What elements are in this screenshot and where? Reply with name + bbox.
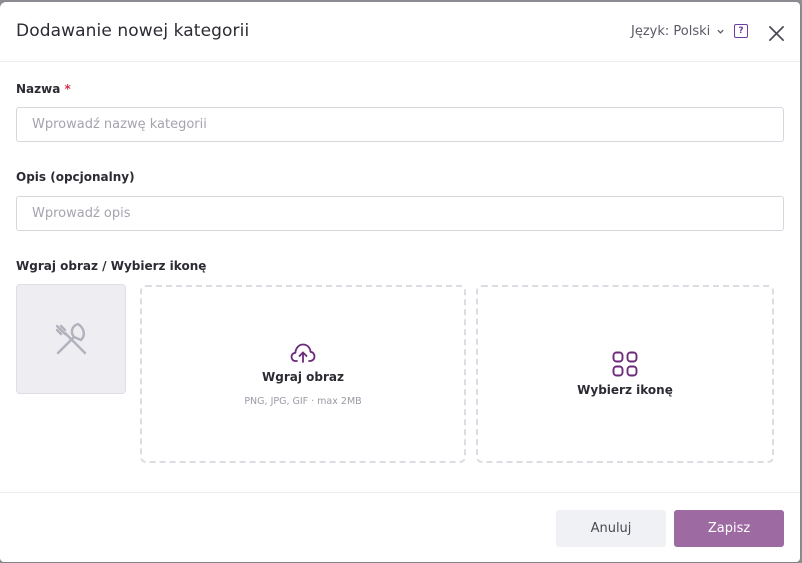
cancel-button[interactable]: Anuluj bbox=[556, 510, 666, 547]
dialog-title: Dodawanie nowej kategorii bbox=[16, 21, 250, 41]
language-select[interactable]: Język: Polski bbox=[631, 24, 725, 39]
upload-image-dropzone[interactable]: Wgraj obraz PNG, JPG, GIF · max 2MB bbox=[140, 285, 466, 463]
media-label: Wgraj obraz / Wybierz ikonę bbox=[16, 259, 207, 273]
name-label-text: Nazwa bbox=[16, 82, 61, 96]
description-label: Opis (opcjonalny) bbox=[16, 170, 135, 184]
name-input[interactable] bbox=[16, 107, 784, 142]
name-label: Nazwa * bbox=[16, 82, 71, 96]
dialog-footer: Anuluj Zapisz bbox=[0, 492, 800, 562]
category-image-preview bbox=[16, 284, 126, 394]
category-dialog: Dodawanie nowej kategorii Język: Polski … bbox=[0, 2, 800, 562]
fork-knife-icon bbox=[55, 322, 87, 355]
choose-icon-dropzone[interactable]: Wybierz ikonę bbox=[476, 285, 774, 463]
language-label: Język: Polski bbox=[631, 24, 711, 39]
dialog-header: Dodawanie nowej kategorii Język: Polski … bbox=[0, 2, 800, 62]
choose-icon-title: Wybierz ikonę bbox=[577, 383, 673, 397]
required-mark: * bbox=[64, 82, 71, 96]
close-icon[interactable] bbox=[768, 25, 785, 42]
cloud-upload-icon bbox=[290, 343, 316, 363]
grid-icon bbox=[612, 351, 638, 377]
upload-image-hint: PNG, JPG, GIF · max 2MB bbox=[244, 395, 362, 407]
description-input[interactable] bbox=[16, 196, 784, 231]
help-icon[interactable]: ? bbox=[734, 24, 748, 38]
chevron-down-icon bbox=[717, 29, 724, 34]
upload-image-title: Wgraj obraz bbox=[262, 369, 344, 384]
save-button[interactable]: Zapisz bbox=[674, 510, 784, 547]
